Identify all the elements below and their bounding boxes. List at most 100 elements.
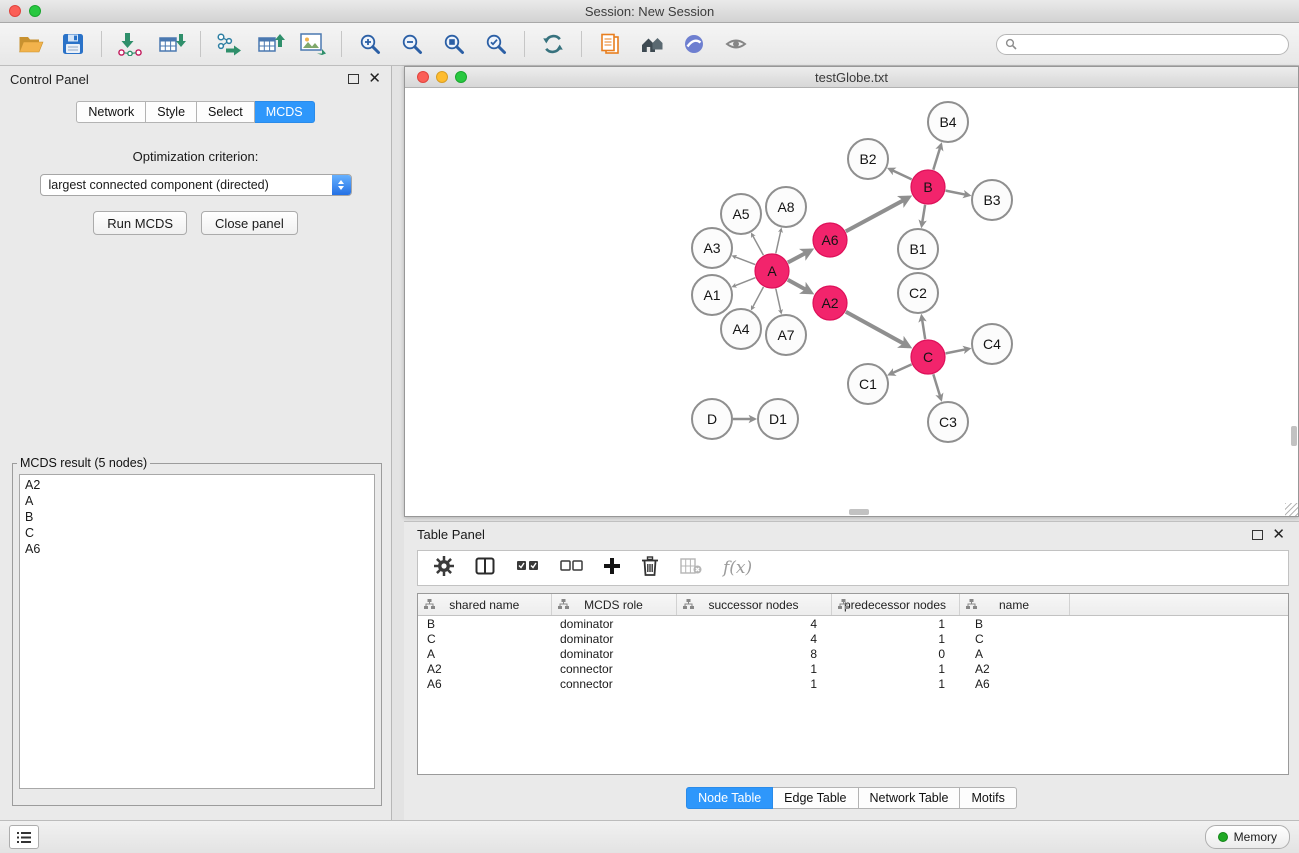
show-graphics-button[interactable] <box>715 26 757 62</box>
close-table-panel-icon[interactable]: ✕ <box>1272 529 1285 541</box>
add-column-button[interactable] <box>604 558 620 579</box>
memory-button[interactable]: Memory <box>1205 825 1290 849</box>
node-A2[interactable]: A2 <box>813 286 847 320</box>
node-B4[interactable]: B4 <box>928 102 968 142</box>
node-C2[interactable]: C2 <box>898 273 938 313</box>
function-builder-button[interactable]: f(x) <box>723 558 752 578</box>
node-A3[interactable]: A3 <box>692 228 732 268</box>
network-close-button[interactable] <box>417 71 429 83</box>
column-header-mcds-role[interactable]: MCDS role <box>551 594 676 616</box>
tab-style[interactable]: Style <box>146 101 197 123</box>
network-minimize-button[interactable] <box>436 71 448 83</box>
run-mcds-button[interactable]: Run MCDS <box>93 211 187 235</box>
table-row[interactable]: Adominator80A <box>418 646 1288 661</box>
node-D1[interactable]: D1 <box>758 399 798 439</box>
node-A8[interactable]: A8 <box>766 187 806 227</box>
edge-B-B4[interactable] <box>933 145 941 170</box>
task-history-button[interactable] <box>9 825 39 849</box>
edge-A-A5[interactable] <box>752 234 764 255</box>
open-session-button[interactable] <box>10 26 52 62</box>
tab-network-table[interactable]: Network Table <box>859 787 961 809</box>
home-button[interactable] <box>631 26 673 62</box>
node-A1[interactable]: A1 <box>692 275 732 315</box>
select-all-button[interactable] <box>516 559 539 577</box>
node-C3[interactable]: C3 <box>928 402 968 442</box>
search-input[interactable] <box>1023 36 1280 52</box>
tab-node-table[interactable]: Node Table <box>686 787 773 809</box>
node-C4[interactable]: C4 <box>972 324 1012 364</box>
edge-C-C4[interactable] <box>946 349 969 354</box>
export-image-button[interactable] <box>292 26 334 62</box>
node-B1[interactable]: B1 <box>898 229 938 269</box>
tab-mcds[interactable]: MCDS <box>255 101 315 123</box>
apply-layout-button[interactable] <box>532 26 574 62</box>
edge-A-A7[interactable] <box>776 289 781 313</box>
edge-A-A1[interactable] <box>733 278 755 287</box>
close-panel-icon[interactable]: ✕ <box>368 73 381 85</box>
table-row[interactable]: Bdominator41B <box>418 616 1288 632</box>
tab-motifs[interactable]: Motifs <box>960 787 1016 809</box>
node-A[interactable]: A <box>755 254 789 288</box>
edge-A-A4[interactable] <box>752 287 764 309</box>
node-D[interactable]: D <box>692 399 732 439</box>
vertical-scrollbar-thumb[interactable] <box>1291 426 1297 446</box>
zoom-out-button[interactable] <box>391 26 433 62</box>
network-canvas[interactable]: B4B2BB3A5A8A6A3B1AC2A1A2A4A7C4CC1C3DD1 <box>405 88 1298 516</box>
node-A5[interactable]: A5 <box>721 194 761 234</box>
edge-A-A6[interactable] <box>788 250 811 262</box>
node-B[interactable]: B <box>911 170 945 204</box>
edge-C-C2[interactable] <box>922 316 926 339</box>
zoom-fit-button[interactable] <box>433 26 475 62</box>
delete-column-button[interactable] <box>641 556 659 581</box>
node-B2[interactable]: B2 <box>848 139 888 179</box>
column-header-shared-name[interactable]: shared name <box>418 594 551 616</box>
node-A4[interactable]: A4 <box>721 309 761 349</box>
zoom-in-button[interactable] <box>349 26 391 62</box>
edge-C-C3[interactable] <box>933 374 941 399</box>
save-session-button[interactable] <box>52 26 94 62</box>
tab-edge-table[interactable]: Edge Table <box>773 787 858 809</box>
edge-A2-C[interactable] <box>846 312 909 347</box>
node-C1[interactable]: C1 <box>848 364 888 404</box>
edge-B-B3[interactable] <box>946 191 969 196</box>
node-B3[interactable]: B3 <box>972 180 1012 220</box>
resize-grip[interactable] <box>1285 503 1298 516</box>
import-network-button[interactable] <box>109 26 151 62</box>
edge-A-A2[interactable] <box>788 280 811 293</box>
table-row[interactable]: A6connector11A6 <box>418 676 1288 691</box>
node-A6[interactable]: A6 <box>813 223 847 257</box>
export-table-button[interactable] <box>250 26 292 62</box>
optimization-criterion-dropdown[interactable]: largest connected component (directed) <box>40 174 352 196</box>
column-header-name[interactable]: name <box>959 594 1069 616</box>
column-header-successor-nodes[interactable]: successor nodes <box>676 594 831 616</box>
edge-C-C1[interactable] <box>889 364 911 374</box>
tab-select[interactable]: Select <box>197 101 255 123</box>
edge-B-B1[interactable] <box>922 205 925 226</box>
edge-A-A3[interactable] <box>733 256 755 265</box>
zoom-window-button[interactable] <box>29 5 41 17</box>
float-table-panel-icon[interactable] <box>1252 530 1263 540</box>
zoom-selected-button[interactable] <box>475 26 517 62</box>
edge-B-B2[interactable] <box>889 169 911 180</box>
table-row[interactable]: A2connector11A2 <box>418 661 1288 676</box>
result-item[interactable]: A6 <box>25 541 369 557</box>
table-row[interactable]: Cdominator41C <box>418 631 1288 646</box>
edge-A6-B[interactable] <box>846 198 909 232</box>
close-panel-button[interactable]: Close panel <box>201 211 298 235</box>
result-item[interactable]: C <box>25 525 369 541</box>
column-header-predecessor-nodes[interactable]: predecessor nodes <box>831 594 959 616</box>
result-item[interactable]: B <box>25 509 369 525</box>
edge-A-A8[interactable] <box>776 229 781 253</box>
deselect-all-button[interactable] <box>560 559 583 577</box>
show-column-button[interactable] <box>475 556 495 581</box>
export-network-button[interactable] <box>208 26 250 62</box>
node-A7[interactable]: A7 <box>766 315 806 355</box>
result-item[interactable]: A <box>25 493 369 509</box>
delete-table-button[interactable] <box>680 558 702 579</box>
import-table-button[interactable] <box>151 26 193 62</box>
style-button[interactable] <box>673 26 715 62</box>
network-zoom-button[interactable] <box>455 71 467 83</box>
tab-network[interactable]: Network <box>76 101 146 123</box>
document-button[interactable] <box>589 26 631 62</box>
result-item[interactable]: A2 <box>25 477 369 493</box>
